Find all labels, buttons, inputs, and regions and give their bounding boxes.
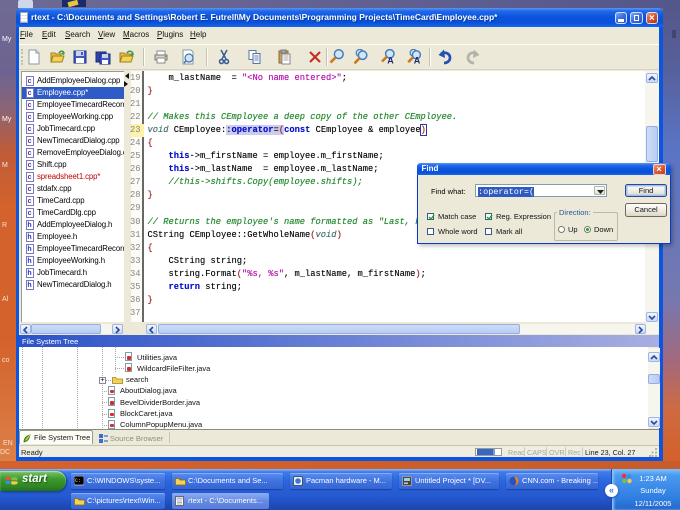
svg-text:A: A xyxy=(387,56,394,66)
svg-text:C:: C: xyxy=(75,478,81,484)
svg-text:A: A xyxy=(414,56,421,66)
